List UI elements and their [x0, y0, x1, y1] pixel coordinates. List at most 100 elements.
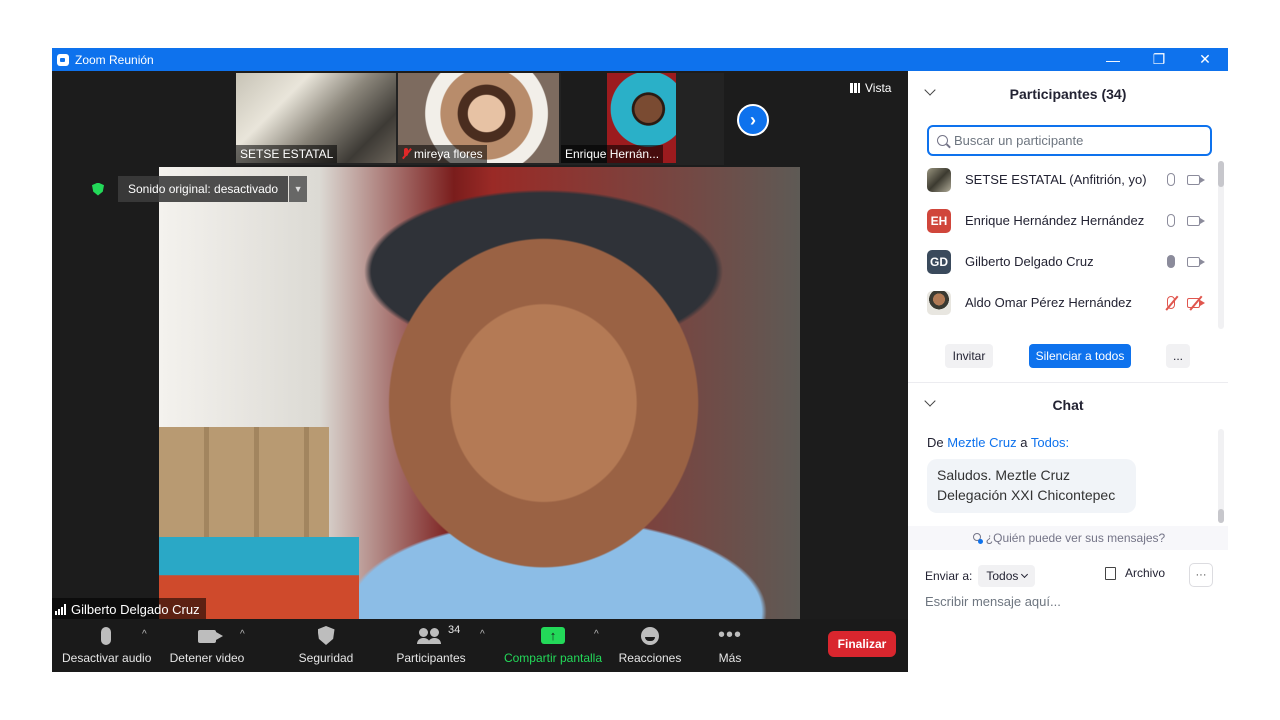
chevron-down-icon — [1021, 570, 1029, 579]
chat-message-bubble: Saludos. Meztle Cruz Delegación XXI Chic… — [927, 459, 1136, 513]
thumbnail-video[interactable]: mireya flores — [398, 73, 559, 163]
close-button[interactable]: ✕ — [1182, 48, 1228, 71]
chevron-down-icon[interactable] — [924, 84, 936, 96]
chevron-down-icon[interactable] — [924, 395, 936, 407]
chat-scrollbar[interactable] — [1218, 509, 1224, 523]
sender-name[interactable]: Meztle Cruz — [947, 435, 1016, 450]
chat-message-line: Delegación XXI Chicontepec — [937, 487, 1116, 503]
stop-video-button[interactable]: Detener video — [168, 619, 246, 672]
participant-row[interactable]: SETSE ESTATAL (Anfitrión, yo) — [908, 159, 1218, 200]
encryption-shield-icon[interactable] — [92, 182, 104, 196]
active-speaker-video[interactable] — [159, 167, 800, 621]
file-label: Archivo — [1125, 566, 1166, 580]
send-to: Enviar a: Todos — [925, 565, 1036, 587]
ellipsis-icon: ••• — [717, 624, 742, 646]
share-arrow-icon: ↑ — [541, 627, 565, 644]
participant-name: Gilberto Delgado Cruz — [965, 254, 1094, 269]
video-camera-icon[interactable] — [1187, 256, 1205, 267]
title-bar: Zoom Reunión — ❐ ✕ — [52, 48, 1228, 71]
view-button[interactable]: Vista — [850, 81, 891, 95]
participant-search[interactable] — [927, 125, 1212, 156]
active-speaker-name: Gilberto Delgado Cruz — [71, 601, 200, 617]
chat-header: Chat — [908, 382, 1228, 427]
participant-row[interactable]: GD Gilberto Delgado Cruz — [908, 241, 1218, 282]
send-to-dropdown[interactable]: Todos — [978, 565, 1036, 587]
thumbnail-video[interactable]: Enrique Hernán... — [561, 73, 676, 163]
avatar — [927, 290, 951, 315]
emoji-icon — [641, 627, 659, 645]
participants-label: Participantes — [396, 651, 466, 665]
avatar: GD — [927, 249, 951, 274]
share-screen-button[interactable]: ↑ Compartir pantalla — [500, 619, 606, 672]
video-camera-icon[interactable] — [1187, 215, 1205, 226]
participants-count: 34 — [448, 624, 461, 636]
thumbnail-name: SETSE ESTATAL — [236, 145, 338, 163]
microphone-icon[interactable] — [1167, 255, 1175, 268]
more-options-button[interactable]: ... — [1166, 344, 1190, 368]
participant-search-input[interactable] — [954, 133, 1194, 148]
shield-icon — [317, 626, 335, 645]
file-button[interactable]: Archivo — [1105, 566, 1165, 580]
participants-options-caret[interactable]: ^ — [480, 629, 485, 640]
file-icon — [1105, 566, 1116, 580]
participants-title: Participantes (34) — [1009, 85, 1127, 102]
share-options-caret[interactable]: ^ — [594, 629, 599, 640]
security-button[interactable]: Seguridad — [292, 619, 360, 672]
mute-all-button[interactable]: Silenciar a todos — [1029, 344, 1131, 368]
chat-title: Chat — [1052, 396, 1084, 413]
participant-name: SETSE ESTATAL (Anfitrión, yo) — [965, 172, 1147, 187]
minimize-button[interactable]: — — [1090, 48, 1136, 71]
security-label: Seguridad — [298, 651, 354, 665]
avatar: EH — [927, 208, 951, 233]
mic-muted-icon — [402, 148, 410, 158]
video-camera-icon[interactable] — [1187, 174, 1205, 185]
thumbnail-name: Enrique Hernán... — [561, 145, 664, 163]
participant-row[interactable]: EH Enrique Hernández Hernández — [908, 200, 1218, 241]
side-panel: Participantes (34) SETSE ESTATAL (Anfitr… — [908, 71, 1228, 672]
thumbnail-strip: SETSE ESTATAL mireya flores Enrique Hern… — [236, 73, 724, 165]
video-options-caret[interactable]: ^ — [240, 629, 245, 640]
participant-row[interactable]: Aldo Omar Pérez Hernández — [908, 282, 1218, 323]
reactions-label: Reacciones — [618, 651, 682, 665]
end-meeting-button[interactable]: Finalizar — [828, 631, 896, 657]
mute-label: Desactivar audio — [62, 651, 152, 665]
participants-header: Participantes (34) — [908, 71, 1228, 116]
audio-options-caret[interactable]: ^ — [142, 629, 147, 640]
send-to-value: Todos — [986, 569, 1019, 583]
person-icon — [971, 532, 983, 544]
participant-list-scrollbar[interactable] — [1218, 161, 1224, 187]
microphone-icon — [101, 627, 111, 645]
chat-message-input[interactable] — [925, 594, 1215, 609]
participants-icon — [417, 628, 443, 644]
more-button[interactable]: ••• Más — [708, 619, 752, 672]
view-label: Vista — [865, 81, 892, 95]
who-can-see-messages[interactable]: ¿Quién puede ver sus mensajes? — [908, 526, 1228, 550]
reactions-button[interactable]: Reacciones — [616, 619, 684, 672]
chat-message-line: Saludos. Meztle Cruz — [937, 467, 1071, 483]
signal-strength-icon — [55, 603, 66, 615]
grid-view-icon — [850, 83, 860, 93]
original-sound-toggle[interactable]: Sonido original: desactivado — [118, 176, 289, 202]
meeting-area: SETSE ESTATAL mireya flores Enrique Hern… — [52, 71, 908, 672]
microphone-icon[interactable] — [1167, 214, 1175, 227]
window-controls: — ❐ ✕ — [1090, 48, 1228, 71]
mute-button[interactable]: Desactivar audio — [62, 619, 152, 672]
next-page-button[interactable]: › — [737, 104, 769, 136]
chat-more-button[interactable]: ··· — [1189, 563, 1213, 587]
window-title: Zoom Reunión — [75, 52, 154, 67]
microphone-icon[interactable] — [1167, 173, 1175, 186]
zoom-window: Zoom Reunión — ❐ ✕ SETSE ESTATAL mireya … — [52, 48, 1228, 672]
restore-button[interactable]: ❐ — [1136, 48, 1182, 71]
who-sees-label: ¿Quién puede ver sus mensajes? — [985, 531, 1166, 545]
active-speaker-name-tag: Gilberto Delgado Cruz — [52, 598, 206, 620]
participant-list: SETSE ESTATAL (Anfitrión, yo) EH Enrique… — [908, 159, 1228, 327]
video-camera-icon — [198, 630, 223, 643]
more-label: Más — [718, 651, 742, 665]
thumbnail-name-tag: mireya flores — [398, 145, 487, 163]
thumbnail-video[interactable]: SETSE ESTATAL — [236, 73, 396, 163]
invite-button[interactable]: Invitar — [945, 344, 993, 368]
thumbnail-name: mireya flores — [414, 147, 483, 161]
chevron-down-icon[interactable]: ▼ — [289, 176, 308, 202]
chevron-right-icon: › — [750, 109, 756, 130]
recipient-name: Todos: — [1030, 435, 1070, 450]
